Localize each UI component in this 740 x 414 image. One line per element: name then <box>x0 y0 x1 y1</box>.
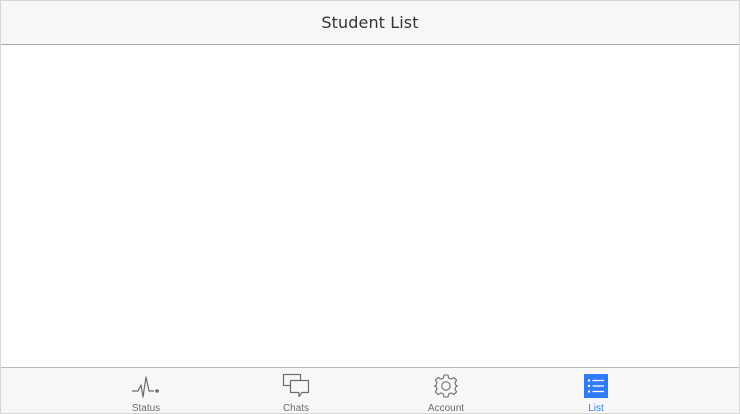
pulse-icon <box>132 373 160 399</box>
tab-list-label: List <box>588 403 604 414</box>
list-icon <box>582 373 610 399</box>
tab-status-label: Status <box>131 403 161 414</box>
tab-account-label: Account <box>427 403 465 414</box>
navigation-bar: Student List <box>1 1 739 45</box>
chat-bubbles-icon <box>282 373 310 399</box>
tab-chats-label: Chats <box>282 403 310 414</box>
tab-account[interactable]: Account <box>396 368 496 414</box>
tab-bar: Status Chats Account List <box>1 367 739 414</box>
page-title: Student List <box>321 13 419 32</box>
tab-chats[interactable]: Chats <box>246 368 346 414</box>
tab-status[interactable]: Status <box>96 368 196 414</box>
tab-list[interactable]: List <box>546 368 646 414</box>
app-window: Student List Status Chats Account List <box>0 0 740 414</box>
gear-icon <box>432 373 460 399</box>
student-list-content <box>1 45 739 367</box>
